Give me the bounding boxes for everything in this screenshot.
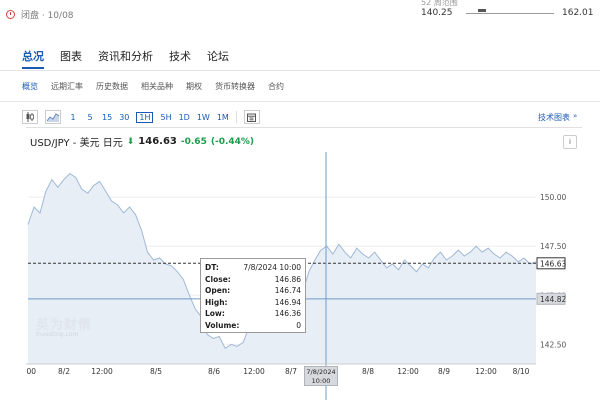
active-tab-underline — [22, 67, 44, 69]
tooltip-row-close: Close: 146.86 — [205, 274, 301, 284]
x-tick-label: 8/7 — [285, 367, 297, 376]
interval-1[interactable]: 1 — [68, 113, 78, 122]
toolbar-separator — [235, 111, 237, 123]
divider — [0, 101, 600, 102]
tab-technical[interactable]: 技术 — [169, 48, 191, 64]
subtab-overview[interactable]: 概览 — [22, 81, 38, 92]
tab-overview[interactable]: 总况 — [22, 48, 44, 64]
last-price: 146.63 — [138, 136, 177, 147]
range-52-marker — [478, 9, 486, 12]
y-tick-label: 142.50 — [540, 340, 566, 349]
subtab-related[interactable]: 相关品种 — [141, 81, 173, 92]
crosshair-time-tag: 7/8/2024 10:00 — [304, 366, 338, 386]
ohlc-tooltip: DT: 7/8/2024 10:00 Close: 146.86 Open: 146.… — [200, 258, 306, 333]
tab-forum[interactable]: 论坛 — [207, 48, 229, 64]
chart-toolbar: 1 5 15 30 1H 5H 1D 1W 1M — [22, 109, 260, 125]
arrow-down-icon: ⬇ — [126, 136, 135, 147]
interval-30[interactable]: 30 — [119, 113, 129, 122]
clock-icon — [6, 9, 15, 19]
x-tick-label: 8/8 — [362, 367, 374, 376]
range-52-bar — [466, 13, 554, 14]
y-tick-label: 147.50 — [540, 242, 566, 251]
x-tick-label: 8/5 — [150, 367, 162, 376]
interval-5[interactable]: 5 — [85, 113, 95, 122]
x-tick-label: 12:00 — [475, 367, 497, 376]
x-tick-label: 12:00 — [243, 367, 265, 376]
y-tick-label: 150.00 — [540, 193, 566, 202]
last-price-tag-text: 146.63 — [540, 259, 566, 268]
divider — [0, 70, 600, 71]
subtab-contracts[interactable]: 合约 — [268, 81, 284, 92]
main-tabs: 总况 图表 资讯和分析 技术 论坛 — [22, 48, 229, 64]
interval-1m[interactable]: 1M — [217, 113, 229, 122]
x-tick-label: 8/9 — [438, 367, 450, 376]
x-tick-label: :00 — [26, 367, 36, 376]
subtab-options[interactable]: 期权 — [186, 81, 202, 92]
tooltip-row-open: Open: 146.74 — [205, 286, 301, 295]
x-tick-label: 8/6 — [208, 367, 220, 376]
interval-1h[interactable]: 1H — [136, 111, 154, 123]
interval-1d[interactable]: 1D — [179, 113, 190, 122]
interval-15[interactable]: 15 — [102, 113, 112, 122]
chart-header: USD/JPY - 美元 日元 ⬇ 146.63 -0.65 (-0.44%) — [30, 134, 254, 149]
x-tick-label: 12:00 — [397, 367, 419, 376]
range-52-high: 162.01 — [562, 8, 594, 18]
range-52-label: 52 周范围 — [421, 0, 458, 7]
x-tick-label: 8/10 — [513, 367, 530, 376]
crosshair-price-tag-text: 144.82 — [540, 295, 566, 304]
sub-tabs: 概览 远期汇率 历史数据 相关品种 期权 货币转换器 合约 — [22, 81, 284, 92]
tooltip-row-low: Low: 146.36 — [205, 309, 301, 318]
tab-news-analysis[interactable]: 资讯和分析 — [98, 48, 153, 64]
range-52-low: 140.25 — [421, 8, 453, 18]
symbol-name: USD/JPY - 美元 日元 — [30, 138, 123, 149]
tab-chart[interactable]: 图表 — [60, 48, 82, 64]
price-change-percent: (-0.44%) — [210, 136, 255, 147]
tooltip-row-high: High: 146.94 — [205, 297, 301, 307]
candlestick-icon[interactable] — [22, 110, 38, 124]
technical-chart-link[interactable]: 技术图表 — [538, 112, 570, 123]
chevron-right-icon: » — [573, 112, 578, 120]
area-chart-icon[interactable] — [45, 110, 61, 124]
subtab-forward-rates[interactable]: 远期汇率 — [51, 81, 83, 92]
x-tick-label: 8/2 — [58, 367, 70, 376]
calendar-icon[interactable] — [243, 110, 260, 124]
market-status-text: 闭盘 · 10/08 — [21, 10, 74, 21]
market-status: 闭盘 · 10/08 — [6, 6, 74, 22]
x-tick-label: 12:00 — [91, 367, 113, 376]
investing-logo: 英为财情 Investing.com — [36, 314, 92, 338]
interval-5h[interactable]: 5H — [160, 113, 171, 122]
info-icon[interactable]: i — [563, 135, 577, 149]
subtab-historical-data[interactable]: 历史数据 — [96, 81, 128, 92]
tooltip-row-dt: DT: 7/8/2024 10:00 — [205, 263, 301, 272]
subtab-converter[interactable]: 货币转换器 — [215, 81, 255, 92]
interval-1w[interactable]: 1W — [197, 113, 210, 122]
tooltip-row-volume: Volume: 0 — [205, 320, 301, 330]
price-change: -0.65 — [180, 136, 207, 147]
